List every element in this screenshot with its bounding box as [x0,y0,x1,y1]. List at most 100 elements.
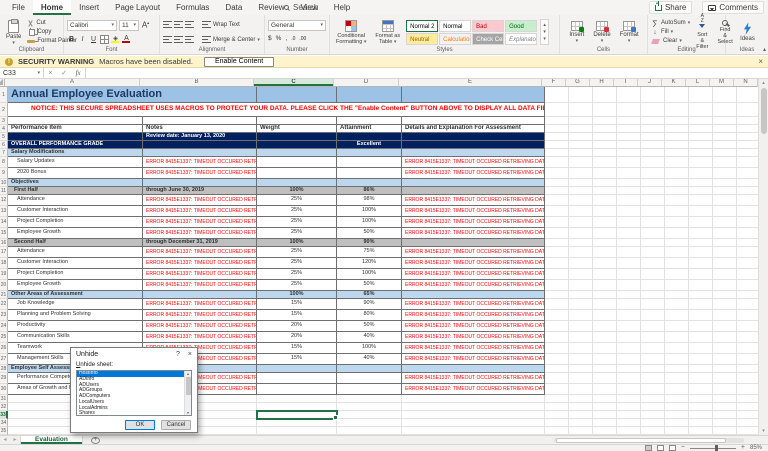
dialog-help-icon[interactable]: ? [176,351,180,358]
cell[interactable]: Performance Item [8,125,143,133]
comma-style-button[interactable]: , [285,35,287,42]
cell[interactable] [402,411,545,419]
cell[interactable]: Weight [257,125,337,133]
cell[interactable]: ERROR 8415E1337: TIMEOUT OCCURED RETRIEV… [402,206,545,217]
cell[interactable]: Project Completion [8,269,143,280]
column-header-e[interactable]: E [399,79,542,87]
cancel-entry-icon[interactable]: × [48,70,52,77]
sheet-tab[interactable]: Evaluation [20,436,83,444]
format-cells-button[interactable]: Format▾ [617,17,642,47]
sheet-nav-left-icon[interactable]: ◂ [0,436,10,444]
cell[interactable] [8,133,143,141]
cell[interactable] [402,133,545,141]
cell[interactable]: Job Knowledge [8,299,143,310]
cell[interactable]: Attendance [8,195,143,206]
cell[interactable] [402,239,545,247]
cell[interactable]: ERROR 8415E1337: TIMEOUT OCCURED RETRIEV… [143,269,257,280]
cell[interactable] [257,373,337,384]
cell[interactable]: 2020 Bonus [8,168,143,179]
cell[interactable]: through December 31, 2019 [143,239,257,247]
cell[interactable] [337,168,402,179]
cell[interactable] [402,403,545,411]
cell[interactable] [402,87,545,103]
cell[interactable]: Planning and Problem Solving [8,310,143,321]
list-scrollbar[interactable]: ▴ ▾ [184,371,191,415]
column-header-c[interactable]: C [254,79,334,87]
cell[interactable] [257,411,337,419]
cell[interactable] [337,373,402,384]
vertical-scroll-thumb[interactable] [761,88,767,134]
cell[interactable] [337,411,402,419]
select-all-corner[interactable] [0,79,5,87]
increase-decimal-button[interactable]: .0 [291,36,295,42]
cell[interactable]: 25% [257,228,337,239]
cell[interactable]: Attainment [337,125,402,133]
cell[interactable]: ERROR 8415E1337: TIMEOUT OCCURED RETRIEV… [402,332,545,343]
cell[interactable] [337,419,402,427]
align-top-icon[interactable] [163,21,172,28]
cell[interactable]: 90% [337,239,402,247]
page-break-view-icon[interactable] [669,445,676,451]
cell[interactable]: 25% [257,269,337,280]
comments-button[interactable]: Comments [702,1,764,14]
fill-color-button[interactable]: ◈ [111,35,120,43]
cell[interactable]: ERROR 8415E1337: TIMEOUT OCCURED RETRIEV… [402,228,545,239]
row-header-6[interactable]: 6 [0,141,8,149]
row-header-21[interactable]: 21 [0,291,8,299]
row-header-14[interactable]: 14 [0,217,8,228]
row-header-18[interactable]: 18 [0,258,8,269]
column-header-j[interactable]: J [638,79,662,87]
row-header-17[interactable]: 17 [0,247,8,258]
font-color-button[interactable]: A [122,35,131,43]
cell[interactable]: Customer Interaction [8,206,143,217]
cell[interactable]: Communication Skills [8,332,143,343]
dialog-title-bar[interactable]: Unhide ? × [71,348,197,361]
cell[interactable]: 25% [257,195,337,206]
cell[interactable]: Attendance [8,247,143,258]
cell[interactable]: ERROR 8415E1337: TIMEOUT OCCURED RETRIEV… [143,157,257,168]
column-header-f[interactable]: F [542,79,566,87]
cell[interactable]: 25% [257,206,337,217]
column-header-h[interactable]: H [590,79,614,87]
row-header-2[interactable]: 2 [0,103,8,117]
unhide-sheet-list[interactable]: HostInfoADInfoADUsersADGroupsADComputers… [76,370,192,416]
cell-style-calculation[interactable]: Calculation [439,33,471,45]
font-name-select[interactable]: Calibri▾ [67,20,117,31]
share-button[interactable]: Share [649,1,692,14]
cell[interactable]: ERROR 8415E1337: TIMEOUT OCCURED RETRIEV… [143,168,257,179]
cell[interactable]: 25% [257,247,337,258]
row-header-15[interactable]: 15 [0,228,8,239]
row-header-33[interactable]: 33 [0,411,8,419]
cell[interactable]: 75% [337,247,402,258]
ribbon-tab-data[interactable]: Data [217,0,250,15]
ribbon-tab-home[interactable]: Home [33,0,71,15]
column-header-d[interactable]: D [334,79,399,87]
underline-button[interactable]: U [89,36,98,43]
cell[interactable]: OVERALL PERFORMANCE GRADE [8,141,143,149]
cell[interactable]: ERROR 8415E1337: TIMEOUT OCCURED RETRIEV… [143,228,257,239]
row-header-28[interactable]: 28 [0,365,8,373]
accounting-format-button[interactable]: $ [268,35,272,42]
fill-button[interactable]: ↓Fill▾ [651,28,690,36]
row-header-12[interactable]: 12 [0,195,8,206]
row-header-3[interactable]: 3 [0,117,8,125]
cell[interactable] [337,87,402,103]
cell[interactable]: ERROR 8415E1337: TIMEOUT OCCURED RETRIEV… [402,157,545,168]
formula-input[interactable] [86,68,768,78]
zoom-slider[interactable] [690,448,736,449]
cell[interactable]: 25% [257,280,337,291]
cell[interactable]: Employee Growth [8,280,143,291]
cell[interactable]: 86% [337,187,402,195]
dialog-close-icon[interactable]: × [188,351,192,358]
cell[interactable]: 25% [257,258,337,269]
row-header-16[interactable]: 16 [0,239,8,247]
wrap-text-button[interactable]: Wrap Text [202,21,240,29]
style-gallery-scroll[interactable]: ▴▾▾ [540,19,549,45]
cell[interactable] [143,291,257,299]
collapse-ribbon-icon[interactable]: ▴ [763,46,766,53]
row-header-34[interactable]: 34 [0,419,8,427]
cell[interactable]: ERROR 8415E1337: TIMEOUT OCCURED RETRIEV… [143,299,257,310]
cell[interactable] [143,179,257,187]
row-header-5[interactable]: 5 [0,133,8,141]
cell[interactable]: First Half [8,187,143,195]
